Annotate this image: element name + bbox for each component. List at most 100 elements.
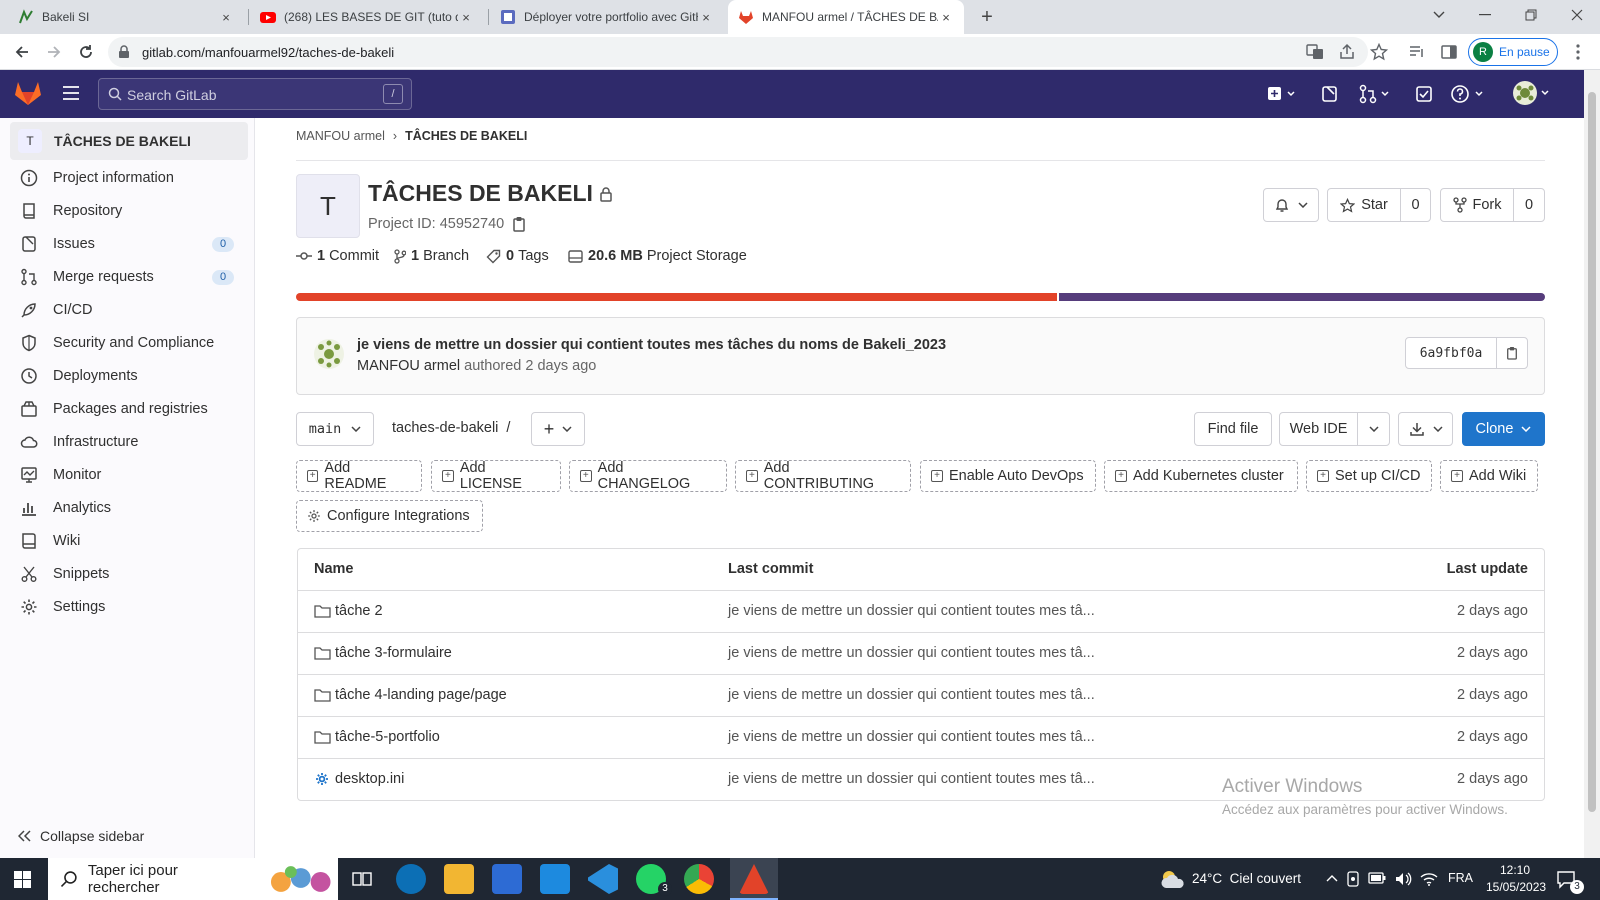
tab-youtube[interactable]: (268) LES BASES DE GIT (tuto débutant) ×	[250, 0, 484, 34]
merge-requests-icon[interactable]	[1358, 84, 1394, 104]
wifi-icon[interactable]	[1420, 872, 1438, 886]
branches-stat[interactable]: 1 Branch	[394, 248, 469, 264]
media-queue-icon[interactable]	[1408, 43, 1426, 61]
sidebar-item-repository[interactable]: Repository	[10, 195, 248, 227]
sidebar-item-wiki[interactable]: Wiki	[10, 525, 248, 557]
language-bar-segment[interactable]	[1058, 293, 1545, 301]
weather-cloud-icon[interactable]	[1160, 868, 1186, 890]
add-changelog-button[interactable]: + Add CHANGELOG	[569, 460, 727, 492]
branch-selector[interactable]: main	[296, 412, 374, 446]
sidebar-item-settings[interactable]: Settings	[10, 591, 248, 623]
minimize-icon[interactable]	[1462, 0, 1508, 30]
sidebar-item-ci-cd[interactable]: CI/CD	[10, 294, 248, 326]
breadcrumb-project[interactable]: TÂCHES DE BAKELI	[405, 129, 527, 143]
fork-button[interactable]: Fork	[1440, 188, 1514, 222]
repo-path-root[interactable]: taches-de-bakeli	[392, 420, 498, 436]
battery-icon[interactable]	[1368, 872, 1386, 884]
chevron-up-icon[interactable]	[1326, 874, 1338, 882]
windows-start-icon[interactable]	[14, 871, 31, 888]
file-last-commit[interactable]: je viens de mettre un dossier qui contie…	[728, 687, 1095, 703]
sidebar-item-snippets[interactable]: Snippets	[10, 558, 248, 590]
sidebar-item-issues[interactable]: Issues 0	[10, 228, 248, 260]
file-last-commit[interactable]: je viens de mettre un dossier qui contie…	[728, 645, 1095, 661]
microsoft-store-icon[interactable]	[492, 864, 522, 894]
table-row[interactable]: tâche 3-formulaire je viens de mettre un…	[298, 632, 1544, 674]
hamburger-menu-icon[interactable]	[62, 86, 80, 100]
create-new-icon[interactable]	[1266, 84, 1300, 104]
sidebar-item-monitor[interactable]: Monitor	[10, 459, 248, 491]
tab-close-icon[interactable]: ×	[698, 10, 714, 25]
volume-icon[interactable]	[1394, 871, 1412, 887]
tab-gitlab-active[interactable]: MANFOU armel / TÂCHES DE BAKELI ×	[728, 0, 964, 34]
copy-icon[interactable]	[512, 216, 526, 232]
edge-app-icon[interactable]	[396, 864, 426, 894]
add-kubernetes-cluster-button[interactable]: + Add Kubernetes cluster	[1104, 460, 1298, 492]
find-file-button[interactable]: Find file	[1194, 412, 1272, 446]
sidebar-project-header[interactable]: T TÂCHES DE BAKELI	[10, 122, 248, 160]
notification-dropdown[interactable]	[1263, 188, 1319, 222]
file-name[interactable]: tâche 2	[335, 603, 383, 619]
file-last-commit[interactable]: je viens de mettre un dossier qui contie…	[728, 603, 1095, 619]
download-dropdown[interactable]	[1398, 412, 1453, 446]
task-view-icon[interactable]	[352, 870, 372, 888]
sidebar-item-infrastructure[interactable]: Infrastructure	[10, 426, 248, 458]
commits-stat[interactable]: 1 Commit	[296, 248, 379, 264]
close-window-icon[interactable]	[1554, 0, 1600, 30]
star-button[interactable]: Star	[1327, 188, 1401, 222]
scrollbar-thumb[interactable]	[1588, 92, 1596, 812]
tab-search-icon[interactable]	[1416, 0, 1462, 30]
add-contributing-button[interactable]: + Add CONTRIBUTING	[735, 460, 911, 492]
web-ide-button[interactable]: Web IDE	[1279, 412, 1358, 446]
sidebar-item-merge-requests[interactable]: Merge requests 0	[10, 261, 248, 293]
file-name[interactable]: tâche 4-landing page/page	[335, 687, 507, 703]
clock-time[interactable]: 12:10	[1500, 863, 1530, 877]
restore-icon[interactable]	[1508, 0, 1554, 30]
meet-now-icon[interactable]	[1346, 871, 1360, 887]
vscode-app-icon[interactable]	[588, 864, 618, 894]
fork-count[interactable]: 0	[1513, 188, 1545, 222]
table-row[interactable]: tâche 4-landing page/page je viens de me…	[298, 674, 1544, 716]
tab-deploy-portfolio[interactable]: Déployer votre portfolio avec GitHub ×	[490, 0, 724, 34]
collapse-sidebar-button[interactable]: Collapse sidebar	[18, 828, 144, 844]
search-input[interactable]: Search GitLab /	[98, 78, 412, 110]
add-to-tree-dropdown[interactable]: +	[531, 412, 585, 446]
tags-stat[interactable]: 0 Tags	[486, 248, 549, 264]
commit-sha[interactable]: 6a9fbf0a	[1405, 337, 1497, 369]
table-row[interactable]: tâche 2 je viens de mettre un dossier qu…	[298, 590, 1544, 632]
enable-auto-devops-button[interactable]: + Enable Auto DevOps	[920, 460, 1096, 492]
todos-icon[interactable]	[1414, 84, 1434, 104]
bookmark-star-icon[interactable]	[1370, 43, 1388, 61]
web-ide-dropdown[interactable]	[1357, 412, 1390, 446]
address-bar[interactable]: gitlab.com/manfouarmel92/taches-de-bakel…	[108, 37, 1368, 67]
storage-stat[interactable]: 20.6 MB Project Storage	[568, 248, 747, 264]
breadcrumb-owner[interactable]: MANFOU armel	[296, 129, 385, 143]
issues-todo-icon[interactable]	[1320, 84, 1340, 104]
file-last-commit[interactable]: je viens de mettre un dossier qui contie…	[728, 771, 1095, 787]
language-indicator[interactable]: FRA	[1448, 871, 1473, 885]
sidebar-item-security[interactable]: Security and Compliance	[10, 327, 248, 359]
add-readme-button[interactable]: + Add README	[296, 460, 422, 492]
copy-sha-button[interactable]	[1496, 337, 1528, 369]
file-name[interactable]: tâche 3-formulaire	[335, 645, 452, 661]
mail-app-icon[interactable]	[540, 864, 570, 894]
tab-close-icon[interactable]: ×	[938, 10, 954, 25]
sidebar-item-project-information[interactable]: Project information	[10, 162, 248, 194]
file-last-commit[interactable]: je viens de mettre un dossier qui contie…	[728, 729, 1095, 745]
star-count[interactable]: 0	[1400, 188, 1431, 222]
add-wiki-button[interactable]: + Add Wiki	[1440, 460, 1538, 492]
translate-icon[interactable]	[1306, 43, 1324, 61]
commit-author[interactable]: MANFOU armel	[357, 358, 460, 374]
menu-kebab-icon[interactable]	[1574, 43, 1582, 61]
configure-integrations-button[interactable]: Configure Integrations	[296, 500, 483, 532]
new-tab-button[interactable]: +	[976, 6, 998, 28]
reload-icon[interactable]	[74, 40, 98, 64]
side-panel-icon[interactable]	[1440, 43, 1458, 61]
tab-close-icon[interactable]: ×	[218, 10, 234, 25]
commit-message[interactable]: je viens de mettre un dossier qui contie…	[357, 337, 946, 353]
profile-button[interactable]: R En pause	[1468, 38, 1558, 66]
clock-date[interactable]: 15/05/2023	[1486, 880, 1546, 894]
clone-button[interactable]: Clone	[1462, 412, 1545, 446]
gitlab-logo-icon[interactable]	[14, 80, 42, 106]
set-up-ci-cd-button[interactable]: + Set up CI/CD	[1306, 460, 1432, 492]
back-arrow-icon[interactable]	[10, 40, 34, 64]
